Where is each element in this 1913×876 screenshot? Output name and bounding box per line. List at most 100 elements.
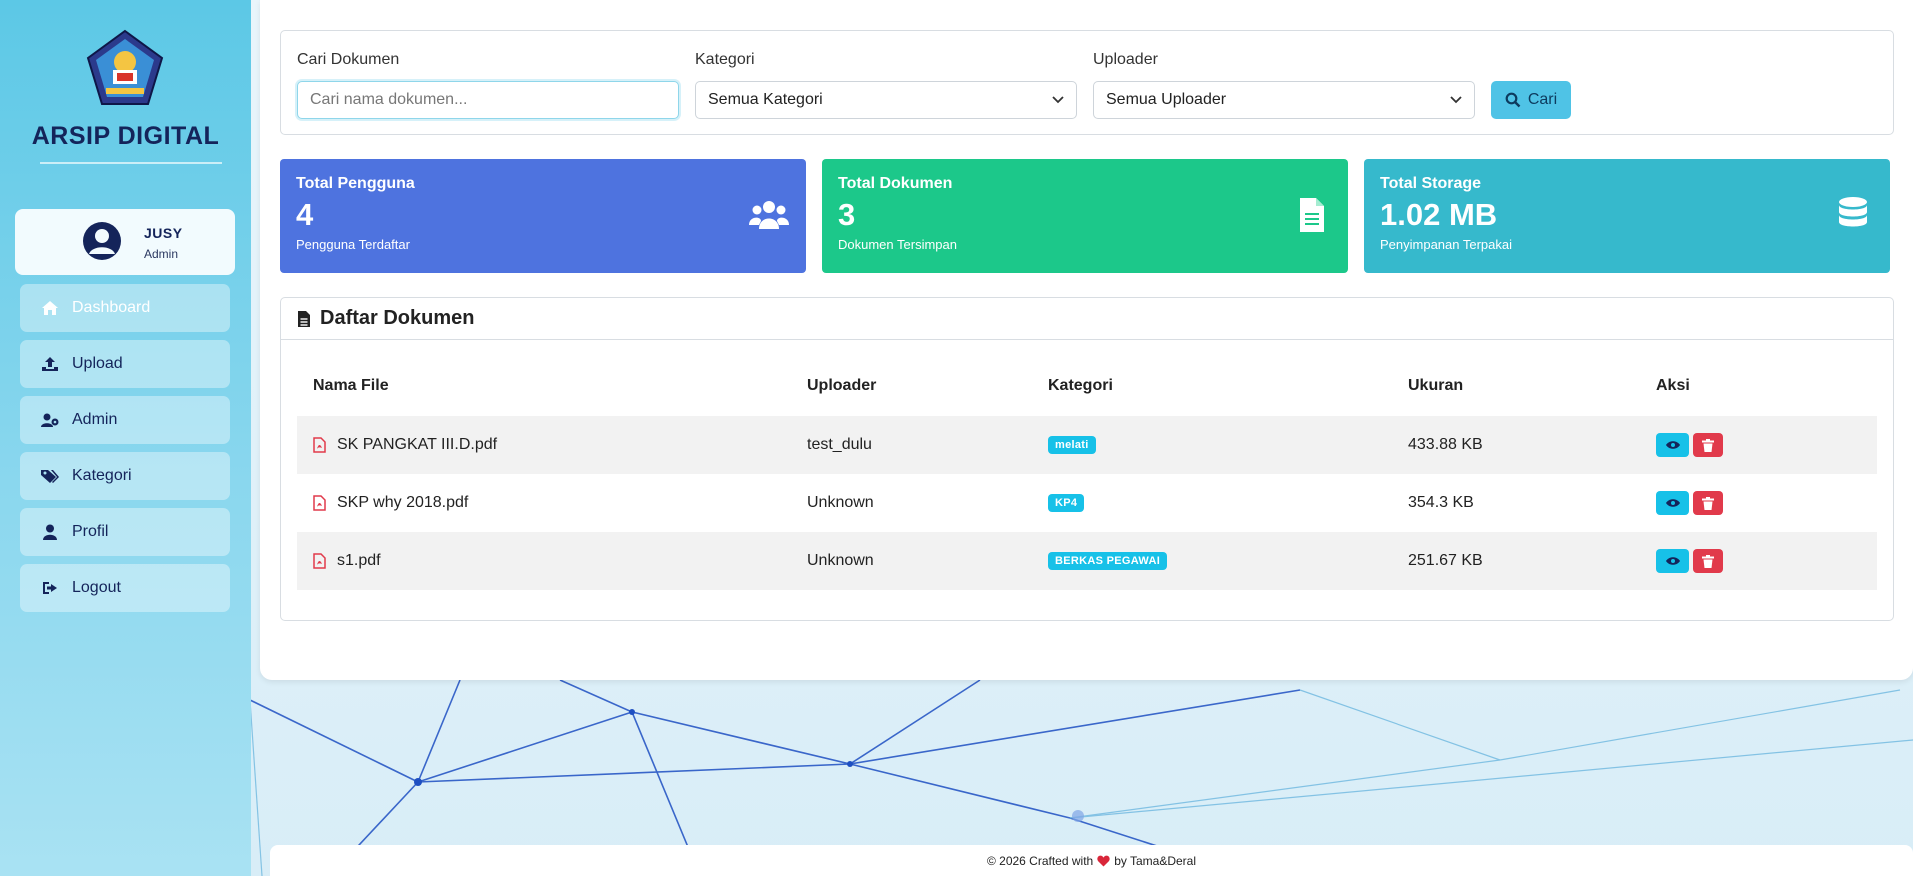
stat-card-storage: Total Storage 1.02 MB Penyimpanan Terpak… (1364, 159, 1890, 273)
uploader-label: Uploader (1093, 51, 1158, 68)
size-cell: 251.67 KB (1408, 552, 1483, 569)
category-cell: KP4 (1048, 474, 1085, 532)
category-cell: melati (1048, 416, 1096, 474)
table-row: SK PANGKAT III.D.pdf test_dulu melati 43… (297, 416, 1877, 474)
eye-icon (1665, 499, 1680, 507)
search-label: Cari Dokumen (297, 51, 400, 68)
sidebar-item-label: Admin (72, 411, 118, 428)
users-cog-icon (40, 411, 60, 429)
file-name: SKP why 2018.pdf (337, 494, 469, 511)
pdf-file-icon (313, 437, 326, 453)
trash-icon (1702, 496, 1714, 510)
user-name: JUSY (144, 225, 183, 241)
stat-value: 3 (838, 197, 856, 232)
sidebar-item-profil[interactable]: Profil (20, 508, 230, 556)
users-icon (749, 201, 789, 229)
column-header-actions: Aksi (1656, 377, 1690, 394)
sign-out-icon (40, 579, 60, 597)
main-panel: Cari Dokumen Kategori Semua Kategori Upl… (260, 0, 1913, 680)
trash-icon (1702, 554, 1714, 568)
view-button[interactable] (1656, 433, 1689, 457)
delete-button[interactable] (1693, 549, 1723, 573)
brand-divider (40, 162, 222, 164)
view-button[interactable] (1656, 549, 1689, 573)
uploader-select-value: Semua Uploader (1106, 91, 1227, 108)
sidebar-item-dashboard[interactable]: Dashboard (20, 284, 230, 332)
sidebar-item-label: Upload (72, 355, 123, 372)
eye-icon (1665, 441, 1680, 449)
user-role: Admin (144, 247, 179, 261)
size-cell: 354.3 KB (1408, 494, 1474, 511)
home-icon (40, 299, 60, 317)
sidebar: ARSIP DIGITAL JUSY Admin Dashboard Uploa… (0, 0, 251, 876)
category-select-value: Semua Kategori (708, 91, 823, 108)
file-name-cell[interactable]: SKP why 2018.pdf (313, 474, 468, 532)
file-name-cell[interactable]: SK PANGKAT III.D.pdf (313, 416, 497, 474)
column-header-uploader: Uploader (807, 377, 877, 394)
database-icon (1839, 197, 1867, 227)
column-header-file: Nama File (313, 377, 389, 394)
column-header-category: Kategori (1048, 377, 1113, 394)
stat-card-users: Total Pengguna 4 Pengguna Terdaftar (280, 159, 806, 273)
heart-icon (1097, 855, 1110, 866)
trash-icon (1702, 438, 1714, 452)
user-card: JUSY Admin (15, 209, 235, 275)
file-icon (1300, 198, 1324, 232)
footer-prefix: © 2026 Crafted with (986, 853, 1094, 868)
delete-button[interactable] (1693, 491, 1723, 515)
uploader-select[interactable]: Semua Uploader (1093, 81, 1475, 119)
chevron-down-icon (1052, 96, 1064, 104)
actions-cell (1656, 474, 1727, 532)
app-brand: ARSIP DIGITAL (31, 122, 220, 150)
eye-icon (1665, 557, 1680, 565)
tags-icon (40, 467, 60, 485)
filter-panel: Cari Dokumen Kategori Semua Kategori Upl… (280, 30, 1894, 135)
stat-value: 1.02 MB (1380, 197, 1498, 232)
category-badge: KP4 (1048, 494, 1085, 512)
search-button[interactable]: Cari (1491, 81, 1571, 119)
pdf-file-icon (313, 553, 326, 569)
pdf-file-icon (313, 495, 326, 511)
search-input[interactable] (297, 81, 679, 119)
sidebar-item-label: Dashboard (72, 299, 151, 316)
stat-subtitle: Pengguna Terdaftar (296, 237, 410, 252)
delete-button[interactable] (1693, 433, 1723, 457)
uploader-cell: test_dulu (807, 436, 872, 453)
sidebar-item-logout[interactable]: Logout (20, 564, 230, 612)
view-button[interactable] (1656, 491, 1689, 515)
uploader-cell: Unknown (807, 494, 874, 511)
document-list-header: Daftar Dokumen (281, 298, 1893, 340)
user-icon (40, 523, 60, 541)
category-badge: BERKAS PEGAWAI (1048, 552, 1168, 570)
category-cell: BERKAS PEGAWAI (1048, 532, 1168, 590)
category-label: Kategori (695, 51, 755, 68)
stat-title: Total Storage (1380, 175, 1482, 192)
user-avatar-icon (83, 222, 121, 260)
sidebar-item-label: Logout (72, 579, 121, 596)
sidebar-item-admin[interactable]: Admin (20, 396, 230, 444)
size-cell: 433.88 KB (1408, 436, 1483, 453)
category-select[interactable]: Semua Kategori (695, 81, 1077, 119)
sidebar-item-kategori[interactable]: Kategori (20, 452, 230, 500)
stat-subtitle: Dokumen Tersimpan (838, 237, 957, 252)
actions-cell (1656, 532, 1727, 590)
stat-subtitle: Penyimpanan Terpakai (1380, 237, 1513, 252)
column-header-size: Ukuran (1408, 377, 1464, 394)
search-button-label: Cari (1527, 91, 1558, 108)
actions-cell (1656, 416, 1727, 474)
chevron-down-icon (1450, 96, 1462, 104)
document-list-panel: Daftar Dokumen Nama File Uploader Katego… (280, 297, 1894, 621)
file-icon (298, 310, 310, 327)
table-row: SKP why 2018.pdf Unknown KP4 354.3 KB (297, 474, 1877, 532)
table-header-row: Nama File Uploader Kategori Ukuran Aksi (297, 356, 1877, 416)
table-row: s1.pdf Unknown BERKAS PEGAWAI 251.67 KB (297, 532, 1877, 590)
search-icon (1505, 92, 1521, 108)
upload-icon (40, 355, 60, 373)
document-list-title: Daftar Dokumen (320, 307, 475, 329)
file-name-cell[interactable]: s1.pdf (313, 532, 381, 590)
category-badge: melati (1048, 436, 1096, 454)
sidebar-item-label: Profil (72, 523, 109, 540)
stat-title: Total Pengguna (296, 175, 415, 192)
sidebar-item-upload[interactable]: Upload (20, 340, 230, 388)
file-name: s1.pdf (337, 552, 381, 569)
